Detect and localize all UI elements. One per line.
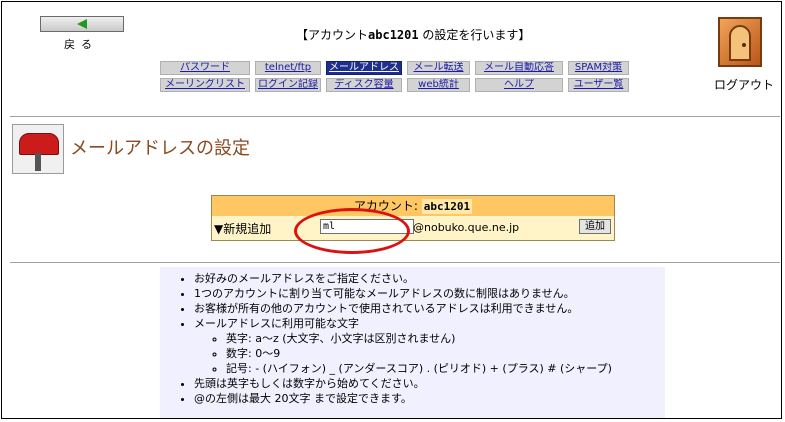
door-shape bbox=[729, 25, 751, 61]
nav-mail-autoreply[interactable]: メール自動応答 bbox=[475, 61, 563, 75]
header-title-suffix: の設定を行います】 bbox=[418, 28, 531, 42]
back-arrow-icon bbox=[77, 19, 87, 29]
notes-list: お好みのメールアドレスをご指定ください。 1つのアカウントに割り当て可能なメール… bbox=[180, 271, 665, 331]
nav-row-2: メーリングリスト ログイン記録 ディスク容量 web統計 ヘルプ ユーザー覧 bbox=[160, 78, 634, 92]
add-button[interactable]: 追加 bbox=[579, 219, 611, 234]
form-divider bbox=[10, 262, 780, 263]
form-account-header: アカウント: abc1201 bbox=[212, 196, 614, 216]
page-header-title: 【アカウントabc1201 の設定を行います】 bbox=[296, 26, 530, 43]
mailbox-icon bbox=[12, 124, 64, 174]
mail-domain: @nobuko.que.ne.jp bbox=[413, 221, 520, 234]
logout-door-icon[interactable] bbox=[718, 17, 762, 67]
note-subitem: 数字: 0〜9 bbox=[226, 346, 665, 361]
nav-spam[interactable]: SPAM対策 bbox=[568, 61, 629, 75]
nav-telnet-ftp[interactable]: telnet/ftp bbox=[255, 61, 321, 75]
highlight-annotation bbox=[294, 208, 410, 254]
note-item: @の左側は最大 20文字 まで設定できます。 bbox=[194, 391, 665, 406]
nav-mailing-list[interactable]: メーリングリスト bbox=[160, 78, 250, 92]
nav-disk-usage[interactable]: ディスク容量 bbox=[326, 78, 402, 92]
new-address-row: ▼新規追加 @nobuko.que.ne.jp 追加 bbox=[212, 216, 614, 240]
header-title-prefix: 【アカウント bbox=[296, 28, 369, 42]
nav-user-list[interactable]: ユーザー覧 bbox=[568, 78, 629, 92]
account-value: abc1201 bbox=[421, 199, 473, 214]
header-account-name: abc1201 bbox=[368, 28, 419, 42]
header-divider bbox=[10, 116, 780, 117]
note-item: お好みのメールアドレスをご指定ください。 bbox=[194, 271, 665, 286]
note-item: メールアドレスに利用可能な文字 bbox=[194, 316, 665, 331]
door-knob bbox=[742, 43, 746, 47]
settings-nav: パスワード telnet/ftp メールアドレス メール転送 メール自動応答 S… bbox=[160, 61, 634, 95]
notes-list-2: 先頭は英字もしくは数字から始めてください。 @の左側は最大 20文字 まで設定で… bbox=[180, 376, 665, 406]
note-item: お客様が所有の他のアカウントで使用されているアドレスは利用できません。 bbox=[194, 301, 665, 316]
usage-notes: お好みのメールアドレスをご指定ください。 1つのアカウントに割り当て可能なメール… bbox=[160, 267, 665, 418]
page-title: メールアドレスの設定 bbox=[70, 138, 250, 159]
note-subitem: 記号: - (ハイフォン) _ (アンダースコア) . (ピリオド) + (プラ… bbox=[226, 361, 665, 376]
nav-password[interactable]: パスワード bbox=[160, 61, 250, 75]
nav-row-1: パスワード telnet/ftp メールアドレス メール転送 メール自動応答 S… bbox=[160, 61, 634, 75]
logout-label[interactable]: ログアウト bbox=[714, 76, 774, 93]
note-subitem: 英字: a〜z (大文字、小文字は区別されません) bbox=[226, 331, 665, 346]
nav-mail-address[interactable]: メールアドレス bbox=[326, 61, 402, 75]
nav-help[interactable]: ヘルプ bbox=[475, 78, 563, 92]
back-button[interactable] bbox=[40, 16, 124, 32]
nav-login-log[interactable]: ログイン記録 bbox=[255, 78, 321, 92]
back-label: 戻る bbox=[64, 38, 98, 51]
allowed-chars-list: 英字: a〜z (大文字、小文字は区別されません) 数字: 0〜9 記号: - … bbox=[180, 331, 665, 376]
mailbox-post bbox=[35, 153, 41, 171]
mailbox-box bbox=[19, 133, 59, 155]
note-item: 1つのアカウントに割り当て可能なメールアドレスの数に制限はありません。 bbox=[194, 286, 665, 301]
new-address-form: アカウント: abc1201 ▼新規追加 @nobuko.que.ne.jp 追… bbox=[211, 195, 615, 241]
nav-web-stats[interactable]: web統計 bbox=[407, 78, 470, 92]
nav-mail-forward[interactable]: メール転送 bbox=[407, 61, 470, 75]
note-item: 先頭は英字もしくは数字から始めてください。 bbox=[194, 376, 665, 391]
new-address-label: ▼新規追加 bbox=[214, 222, 272, 236]
